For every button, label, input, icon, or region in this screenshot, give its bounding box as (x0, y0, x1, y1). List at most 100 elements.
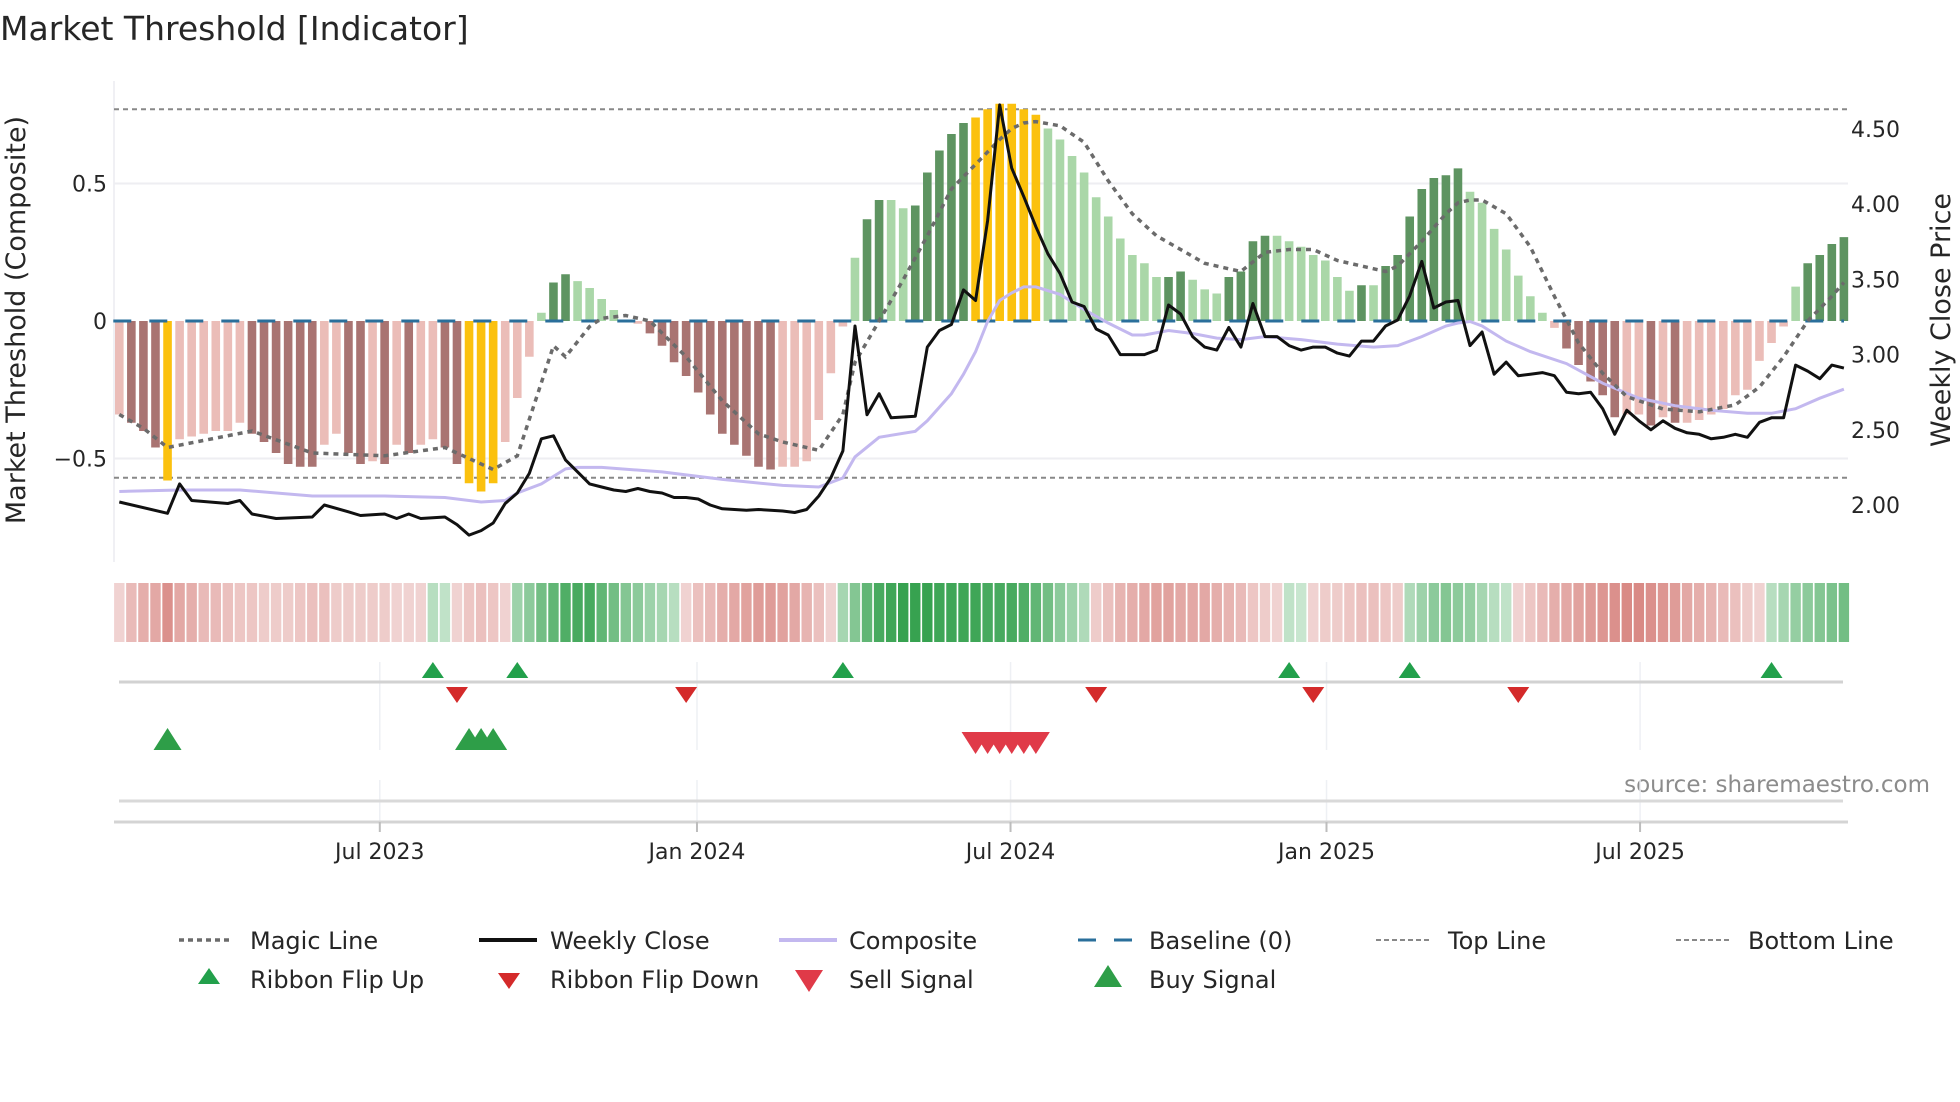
composite-bar (1308, 255, 1318, 321)
ribbon-cell (1573, 583, 1584, 642)
composite-bar (115, 321, 124, 415)
composite-bar (1731, 321, 1740, 396)
composite-bar (380, 321, 389, 464)
ribbon-cell (849, 583, 861, 642)
legend-label: Sell Signal (849, 966, 974, 994)
legend-item-baseline: Baseline (0) (1078, 927, 1292, 955)
composite-bar (1417, 189, 1427, 321)
ribbon-cell (295, 583, 306, 642)
ribbon-cell (1308, 583, 1319, 642)
legend-label: Magic Line (250, 927, 378, 955)
composite-bar (512, 321, 522, 398)
ribbon-cell (692, 583, 704, 642)
ribbon-flip-up-marker (1760, 662, 1783, 678)
ribbon-cell (644, 583, 656, 642)
ribbon-cell (970, 583, 981, 642)
ribbon-cell (934, 583, 945, 642)
composite-bar (1839, 237, 1849, 321)
ribbon-cell (1416, 583, 1427, 642)
legend-label: Ribbon Flip Down (550, 966, 759, 994)
ribbon-cell (343, 583, 354, 642)
composite-bar (1465, 191, 1475, 321)
ribbon-cell (1766, 583, 1777, 642)
legend-label: Weekly Close (550, 927, 710, 955)
composite-bar (500, 321, 510, 442)
ribbon-cell (1645, 583, 1657, 642)
ribbon-cell (487, 583, 499, 642)
left-axis-label: Market Threshold (Composite) (1, 116, 32, 524)
composite-bar (1079, 172, 1089, 321)
composite-bar (1212, 293, 1222, 321)
ribbon-cell (500, 583, 511, 642)
ribbon-cell (1488, 583, 1500, 642)
ribbon-cell (355, 583, 366, 642)
composite-bar (923, 172, 932, 321)
right-tick-label: 2.50 (1851, 419, 1900, 444)
ribbon-cell (451, 583, 463, 642)
right-tick-label: 3.50 (1851, 268, 1900, 293)
composite-bar (1296, 246, 1306, 321)
composite-bar (139, 321, 148, 431)
ribbon-cell (717, 583, 728, 642)
ribbon-cell (114, 583, 125, 642)
right-tick-label: 2.00 (1851, 494, 1900, 519)
composite-bar (452, 321, 462, 464)
composite-bar (332, 321, 341, 434)
composite-bar (874, 200, 884, 321)
x-tick-label: Jul 2025 (1593, 840, 1685, 865)
legend-label: Ribbon Flip Up (250, 966, 424, 994)
ribbon-cell (1537, 583, 1548, 642)
ribbon-cell (705, 583, 716, 642)
ribbon-cell (319, 583, 330, 642)
ribbon-cell (1730, 583, 1741, 642)
ribbon-cell (222, 583, 234, 642)
ribbon-cell (246, 583, 258, 642)
ribbon-cell (584, 583, 595, 642)
legend-item-top: Top Line (1376, 927, 1546, 955)
composite-bar (151, 321, 160, 448)
composite-bar (910, 205, 920, 321)
ribbon-cell (1199, 583, 1210, 642)
ribbon-flip-up-marker (1278, 662, 1301, 678)
composite-bar (1381, 266, 1390, 321)
composite-bar (1694, 321, 1704, 420)
ribbon-cell (258, 583, 270, 642)
ribbon-cell (1501, 583, 1512, 642)
ribbon-cell (524, 583, 535, 642)
legend-item-bottom: Bottom Line (1676, 927, 1894, 955)
composite-bar (705, 321, 715, 415)
legend-item-close: Weekly Close (479, 927, 710, 955)
composite-bar (1284, 241, 1294, 321)
composite-bar (802, 321, 812, 462)
signal-rows (114, 662, 1848, 824)
ribbon-cell (910, 583, 921, 642)
ribbon-cell (1187, 583, 1198, 642)
ribbon-cell (1368, 583, 1379, 642)
ribbon-cell (1826, 583, 1838, 642)
ribbon-cell (958, 583, 969, 642)
ribbon-cell (729, 583, 740, 642)
ribbon-cell (150, 583, 161, 642)
composite-bar (693, 321, 703, 393)
composite-bar (368, 321, 377, 462)
ribbon-cell (1428, 583, 1440, 642)
composite-bar (814, 321, 824, 420)
composite-bar (1755, 321, 1764, 361)
composite-bar (440, 321, 450, 448)
ribbon-cell (825, 583, 837, 642)
composite-bar (404, 321, 414, 453)
ribbon-cell (174, 583, 185, 642)
ribbon-cell (1030, 583, 1042, 642)
composite-bar (356, 321, 365, 464)
ribbon-cell (379, 583, 390, 642)
composite-bar (754, 321, 763, 467)
composite-bar (525, 321, 534, 357)
composite-bar (947, 134, 956, 321)
ribbon-cell (1175, 583, 1186, 642)
ribbon-cell (1247, 583, 1259, 642)
ribbon-flip-down-marker (1085, 687, 1108, 703)
ribbon-cell (1139, 583, 1150, 642)
legend-item-buy: Buy Signal (1094, 965, 1276, 994)
composite-bar (935, 150, 944, 321)
ribbon-cell (1103, 583, 1114, 642)
